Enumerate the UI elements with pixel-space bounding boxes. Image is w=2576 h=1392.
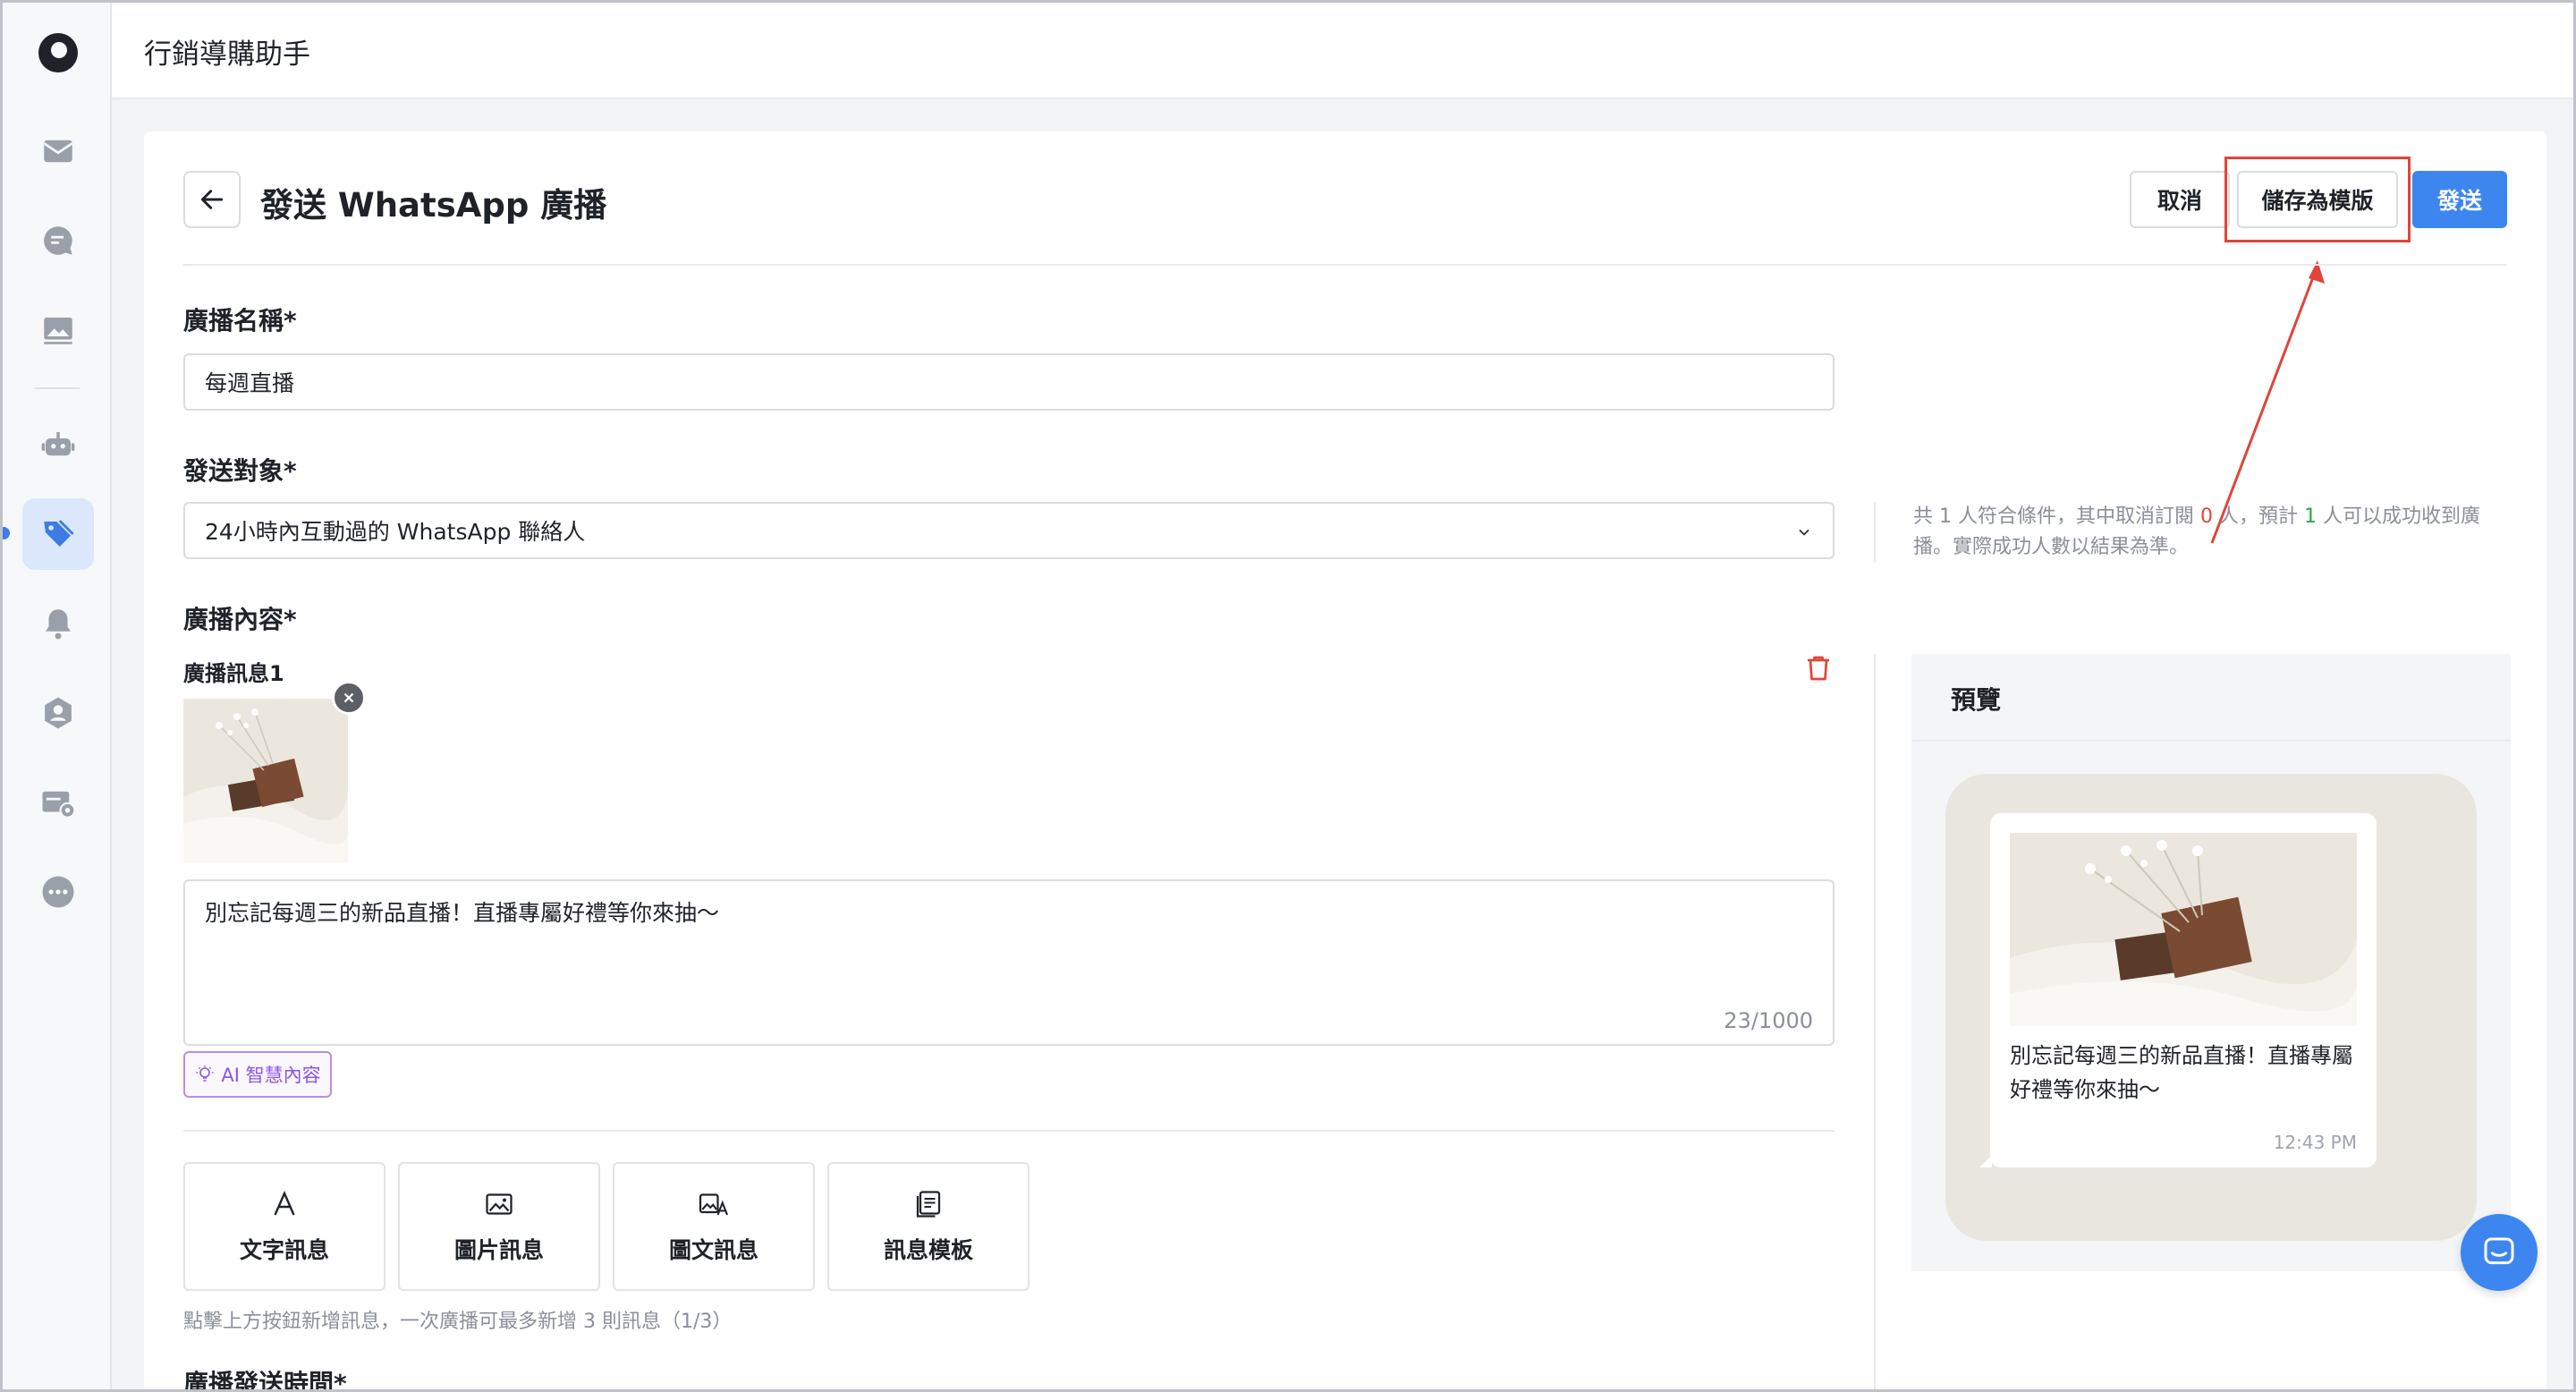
- sidebar-item-marketing[interactable]: [22, 498, 94, 570]
- preview-divider: [1911, 740, 2511, 742]
- image-message-label: 圖片訊息: [453, 1237, 544, 1263]
- lightbulb-icon: [196, 1065, 214, 1082]
- template-icon: [916, 1191, 941, 1218]
- add-template-message-button[interactable]: 訊息模板: [827, 1162, 1030, 1291]
- top-header: 行銷導購助手: [112, 3, 2573, 99]
- ai-content-button[interactable]: AI 智慧內容: [183, 1051, 332, 1098]
- sidebar-item-more[interactable]: [22, 856, 94, 928]
- arrow-left-icon: [200, 190, 224, 209]
- annotation-highlight-box: [2224, 157, 2411, 242]
- add-image-text-message-button[interactable]: 圖文訊息: [613, 1162, 815, 1291]
- text-message-label: 文字訊息: [239, 1237, 329, 1263]
- bot-icon: [41, 432, 75, 456]
- broadcast-name-value: 每週直播: [205, 370, 295, 396]
- back-button[interactable]: [183, 171, 241, 228]
- logo: [38, 33, 78, 72]
- cancel-button[interactable]: 取消: [2130, 171, 2230, 228]
- more-icon: [42, 876, 74, 908]
- chat-bubble-icon: [2484, 1237, 2514, 1265]
- sidebar-item-bot[interactable]: [22, 409, 94, 480]
- preview-image: [2010, 833, 2357, 1026]
- sidebar-item-inbox[interactable]: [22, 115, 94, 187]
- content-divider: [183, 1130, 1835, 1132]
- phone-preview: 別忘記每週三的新品直播！直播專屬好禮等你來抽～ 12:43 PM: [1945, 774, 2477, 1241]
- add-text-message-button[interactable]: 文字訊息: [183, 1162, 386, 1291]
- chat-icon: [44, 226, 72, 255]
- unsubscribed-count: 0: [2199, 505, 2213, 528]
- message-image-thumbnail: [183, 699, 348, 863]
- header-divider: [183, 264, 2507, 266]
- broadcast-name-label: 廣播名稱*: [183, 306, 297, 335]
- message-text-area[interactable]: 別忘記每週三的新品直播！直播專屬好禮等你來抽～ 23/1000: [183, 879, 1835, 1046]
- app-window: 行銷導購助手 發送 WhatsApp 廣播 取消 儲存為模版 發送 廣播名稱* …: [0, 0, 2576, 1392]
- inbox-icon: [43, 140, 73, 163]
- character-counter: 23/1000: [1724, 1008, 1813, 1033]
- sidebar-item-notifications[interactable]: [22, 588, 94, 659]
- contact-icon: [45, 697, 72, 729]
- preview-title: 預覽: [1951, 685, 2002, 715]
- image-text-message-label: 圖文訊息: [668, 1237, 758, 1263]
- content-label: 廣播內容*: [183, 605, 297, 634]
- audience-note-middle: 人，預計: [2212, 505, 2304, 528]
- close-icon: [343, 692, 354, 703]
- message-bubble: 別忘記每週三的新品直播！直播專屬好禮等你來抽～ 12:43 PM: [1979, 813, 2377, 1167]
- preview-separator: [1874, 654, 1876, 1389]
- sidebar-separator: [35, 387, 80, 389]
- tag-icon: [44, 520, 74, 547]
- sidebar-item-media[interactable]: [22, 294, 94, 366]
- schedule-label: 廣播發送時間*: [183, 1369, 347, 1392]
- product-photo: [2010, 833, 2357, 1026]
- card-settings-icon: [42, 791, 76, 819]
- sidebar-item-card-settings[interactable]: [22, 767, 94, 838]
- preview-message-text: 別忘記每週三的新品直播！直播專屬好禮等你來抽～: [2010, 1043, 2353, 1102]
- active-indicator: [3, 527, 10, 539]
- image-text-icon: [699, 1193, 728, 1216]
- remove-image-button[interactable]: [332, 681, 366, 715]
- app-title: 行銷導購助手: [144, 38, 310, 71]
- bell-icon: [46, 609, 71, 640]
- message-limit-hint: 點擊上方按鈕新增訊息，一次廣播可最多新增 3 則訊息（1/3）: [183, 1311, 733, 1333]
- broadcast-name-input[interactable]: 每週直播: [183, 353, 1835, 411]
- image-icon: [486, 1193, 513, 1215]
- audience-note-prefix: 共 1 人符合條件，其中取消訂閱: [1913, 505, 2200, 528]
- audience-count-note: 共 1 人符合條件，其中取消訂閱 0 人，預計 1 人可以成功收到廣播。實際成功…: [1874, 502, 2509, 563]
- trash-icon[interactable]: [1802, 652, 1835, 684]
- sidebar: [3, 3, 112, 1389]
- sidebar-item-contacts[interactable]: [22, 677, 94, 749]
- send-button[interactable]: 發送: [2412, 171, 2507, 228]
- audience-select-value: 24小時內互動過的 WhatsApp 聯絡人: [205, 519, 586, 545]
- template-message-label: 訊息模板: [883, 1237, 973, 1263]
- sidebar-item-chat[interactable]: [22, 205, 94, 276]
- success-count: 1: [2303, 505, 2317, 528]
- audience-select[interactable]: 24小時內互動過的 WhatsApp 聯絡人: [183, 502, 1835, 559]
- ai-content-label: AI 智慧內容: [221, 1065, 321, 1086]
- broadcast-form-card: 發送 WhatsApp 廣播 取消 儲存為模版 發送 廣播名稱* 每週直播 發送…: [144, 132, 2546, 1392]
- chat-support-button[interactable]: [2461, 1214, 2538, 1291]
- audience-label: 發送對象*: [183, 456, 297, 486]
- page-title: 發送 WhatsApp 廣播: [260, 186, 607, 225]
- image-icon: [44, 318, 72, 344]
- add-image-message-button[interactable]: 圖片訊息: [398, 1162, 600, 1291]
- message-1-label: 廣播訊息1: [183, 661, 284, 686]
- product-photo: [183, 699, 348, 863]
- message-text: 別忘記每週三的新品直播！直播專屬好禮等你來抽～: [205, 900, 720, 926]
- text-icon: [274, 1191, 295, 1216]
- chevron-down-icon: [1799, 529, 1809, 536]
- preview-time: 12:43 PM: [2273, 1132, 2357, 1153]
- preview-panel: 預覽 別忘記每週三的新品直播！直播專屬好禮等你來抽～ 12:43 PM: [1911, 654, 2511, 1271]
